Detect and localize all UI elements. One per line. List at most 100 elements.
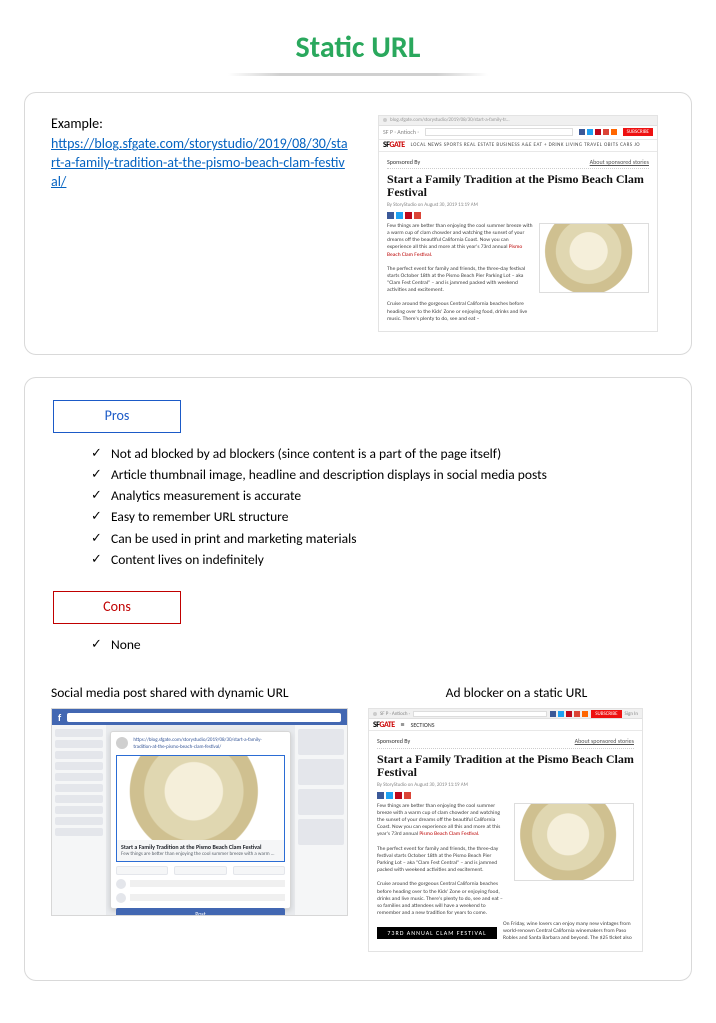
fb-action bbox=[116, 866, 168, 875]
fb-compose-dialog: https://blog.sfgate.com/storystudio/2019… bbox=[110, 731, 291, 909]
fb-right-block bbox=[298, 759, 344, 785]
article-text: Few things are better than enjoying the … bbox=[387, 223, 533, 323]
article-columns: Few things are better than enjoying the … bbox=[387, 223, 649, 323]
logo-right: GATE bbox=[389, 140, 404, 150]
article-body: Sponsored By About sponsored stories Sta… bbox=[369, 731, 642, 950]
share-twitter-icon bbox=[396, 212, 403, 219]
site-logo: SFGATE bbox=[383, 140, 405, 151]
pros-item: Article thumbnail image, headline and de… bbox=[91, 466, 665, 484]
fb-newsfeed-row bbox=[116, 879, 285, 889]
event-banner: 73RD ANNUAL CLAM FESTIVAL bbox=[377, 927, 497, 939]
article-byline: By StoryStudio on August 30, 2019 11:19 … bbox=[387, 202, 649, 209]
social-icons bbox=[579, 129, 617, 135]
para1-highlight: Pismo Beach Clam Festival. bbox=[419, 831, 479, 837]
signin-link: Sign In bbox=[625, 711, 638, 718]
pros-tag: Pros bbox=[53, 400, 181, 433]
article-preview: blog.sfgate.com/storystudio/2019/08/30/s… bbox=[378, 115, 658, 332]
shot-left: Social media post shared with dynamic UR… bbox=[51, 684, 348, 951]
urlbar-text: blog.sfgate.com/storystudio/2019/08/30/s… bbox=[390, 117, 510, 124]
fb-nav-item bbox=[55, 762, 103, 770]
fb-topbar: f bbox=[52, 709, 347, 725]
article-text: Few things are better than enjoying the … bbox=[377, 803, 508, 917]
share-facebook-icon bbox=[377, 792, 384, 799]
share-twitter-icon bbox=[386, 792, 393, 799]
social-icons bbox=[550, 711, 588, 717]
fb-compose-head: https://blog.sfgate.com/storystudio/2019… bbox=[116, 737, 285, 751]
twitter-icon bbox=[587, 129, 593, 135]
twitter-icon bbox=[558, 711, 564, 717]
tab-label: SF P · Antioch · bbox=[380, 711, 410, 718]
site-navbar: SFGATE ≡ SECTIONS bbox=[369, 719, 642, 731]
tab-dot-icon bbox=[383, 118, 387, 122]
fb-nav-item bbox=[55, 817, 103, 825]
fb-nav-item bbox=[55, 729, 103, 737]
google-icon bbox=[574, 711, 580, 717]
title-underline bbox=[228, 73, 488, 76]
fb-action bbox=[233, 866, 285, 875]
facebook-icon bbox=[579, 129, 585, 135]
browser-toolbar: SF P · Antioch · SUBSCRIBE bbox=[379, 126, 657, 140]
fb-nav-item bbox=[55, 751, 103, 759]
tab-label: SF P · Antioch · bbox=[383, 128, 419, 136]
page: Static URL Example: https://blog.sfgate.… bbox=[0, 0, 716, 1023]
sponsored-bar: Sponsored By About sponsored stories bbox=[377, 737, 634, 748]
pros-item: Analytics measurement is accurate bbox=[91, 487, 665, 505]
article-image bbox=[539, 223, 649, 293]
browser-urlbar: blog.sfgate.com/storystudio/2019/08/30/s… bbox=[379, 116, 657, 126]
fb-post-button: Post bbox=[116, 908, 285, 917]
fb-row-text bbox=[130, 894, 285, 901]
pros-item: Easy to remember URL structure bbox=[91, 508, 665, 526]
fb-card-title: Start a Family Tradition at the Pismo Be… bbox=[121, 843, 280, 851]
share-facebook-icon bbox=[387, 212, 394, 219]
shot-right-label: Ad blocker on a static URL bbox=[368, 684, 665, 702]
about-sponsored-link: About sponsored stories bbox=[590, 158, 649, 166]
sections-label: SECTIONS bbox=[411, 721, 435, 729]
fb-right-block bbox=[298, 789, 344, 815]
logo-right: GATE bbox=[379, 720, 394, 730]
example-row: Example: https://blog.sfgate.com/storyst… bbox=[51, 115, 665, 332]
fb-nav-item bbox=[55, 784, 103, 792]
example-card: Example: https://blog.sfgate.com/storyst… bbox=[24, 92, 692, 355]
article-preview-adblock: SF P · Antioch · SUBSCRIBE Sign In bbox=[368, 708, 643, 951]
facebook-logo-icon: f bbox=[58, 711, 61, 725]
example-preview-wrap: blog.sfgate.com/storystudio/2019/08/30/s… bbox=[371, 115, 665, 332]
example-link[interactable]: https://blog.sfgate.com/storystudio/2019… bbox=[51, 135, 348, 190]
fb-nav-item bbox=[55, 795, 103, 803]
fb-share-url: https://blog.sfgate.com/storystudio/2019… bbox=[133, 737, 263, 751]
site-navbar: SFGATE LOCAL NEWS SPORTS REAL ESTATE BUS… bbox=[379, 140, 657, 152]
fb-search bbox=[67, 713, 341, 722]
facebook-icon bbox=[550, 711, 556, 717]
rss-icon bbox=[611, 129, 617, 135]
share-pinterest-icon bbox=[395, 792, 402, 799]
fb-link-card: Start a Family Tradition at the Pismo Be… bbox=[116, 755, 285, 862]
cons-tag: Cons bbox=[53, 591, 181, 624]
article-columns: Few things are better than enjoying the … bbox=[377, 803, 634, 917]
share-email-icon bbox=[414, 212, 421, 219]
cons-item: None bbox=[91, 636, 665, 654]
pros-cons-card: Pros Not ad blocked by ad blockers (sinc… bbox=[24, 377, 692, 981]
fb-action-row bbox=[116, 866, 285, 875]
subscribe-button: SUBSCRIBE bbox=[591, 710, 621, 719]
fb-card-caption: Start a Family Tradition at the Pismo Be… bbox=[117, 840, 284, 861]
share-row bbox=[387, 212, 649, 219]
para2: The perfect event for family and friends… bbox=[377, 846, 498, 873]
google-icon bbox=[603, 129, 609, 135]
article-image bbox=[514, 803, 634, 881]
para2: The perfect event for family and friends… bbox=[387, 266, 525, 293]
example-left: Example: https://blog.sfgate.com/storyst… bbox=[51, 115, 351, 193]
fb-right-rail bbox=[295, 725, 347, 915]
fb-card-image bbox=[117, 756, 284, 840]
fb-right-block bbox=[298, 729, 344, 755]
example-label: Example: bbox=[51, 115, 351, 134]
search-box bbox=[425, 128, 573, 136]
share-row bbox=[377, 792, 634, 799]
fb-left-rail bbox=[52, 725, 106, 915]
fb-row-text bbox=[130, 880, 285, 887]
article-byline: By StoryStudio on August 30, 2019 11:19 … bbox=[377, 782, 634, 789]
shot-left-label: Social media post shared with dynamic UR… bbox=[51, 684, 348, 702]
subscribe-button: SUBSCRIBE bbox=[623, 128, 653, 137]
shot-right: Ad blocker on a static URL SF P · Antioc… bbox=[368, 684, 665, 951]
fb-nav-item bbox=[55, 828, 103, 836]
avatar-icon bbox=[116, 737, 128, 749]
article-body: Sponsored By About sponsored stories Sta… bbox=[379, 152, 657, 331]
